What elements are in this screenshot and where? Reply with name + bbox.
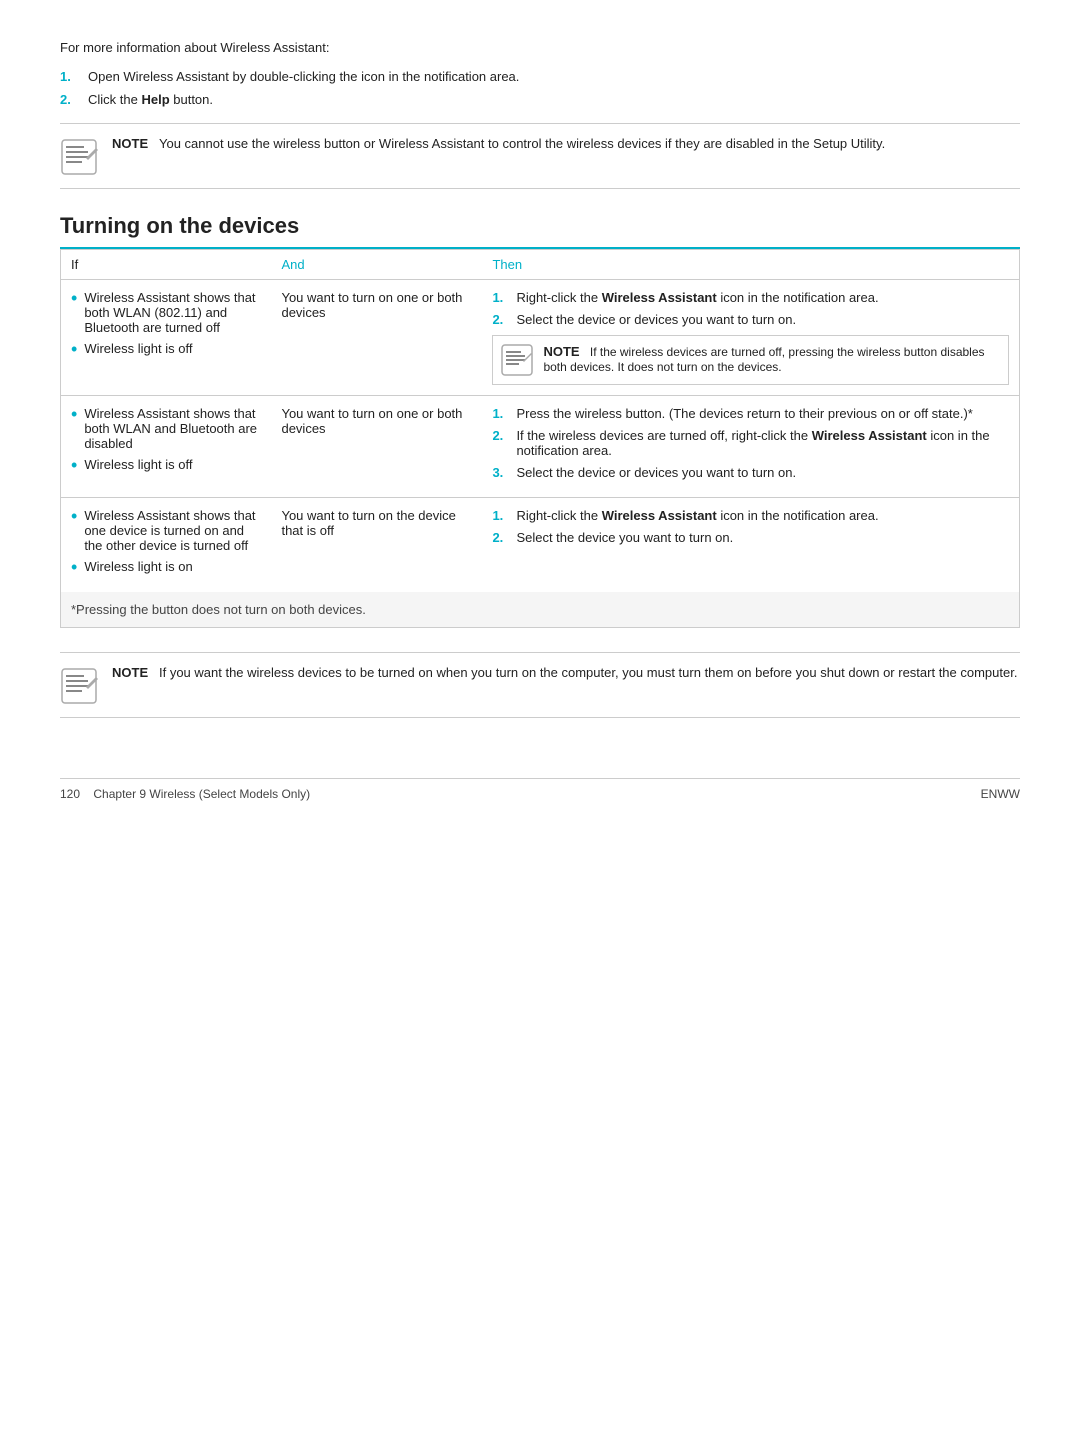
footer-page-chapter: 120 Chapter 9 Wireless (Select Models On… <box>60 787 310 801</box>
note-icon-bottom <box>60 667 98 705</box>
bottom-note-label: NOTE <box>112 665 148 680</box>
footer-bar: 120 Chapter 9 Wireless (Select Models On… <box>60 778 1020 801</box>
inner-note-label-1: NOTE <box>543 344 579 359</box>
bullet-dot: • <box>71 558 77 576</box>
row2-if-bullet-2: • Wireless light is off <box>71 457 261 474</box>
section-title: Turning on the devices <box>60 213 1020 249</box>
col-then-header: Then <box>482 250 1019 280</box>
table-footnote: *Pressing the button does not turn on bo… <box>61 592 1020 628</box>
row3-if-bullet-2: • Wireless light is on <box>71 559 261 576</box>
row1-if-bullet-2: • Wireless light is off <box>71 341 261 358</box>
step-text-2: Click the Help button. <box>88 92 213 107</box>
row1-then-1: 1. Right-click the Wireless Assistant ic… <box>492 290 1009 305</box>
inner-note-content-1: NOTE If the wireless devices are turned … <box>543 344 1000 374</box>
bottom-note-content: NOTE If you want the wireless devices to… <box>112 665 1017 680</box>
row3-and: You want to turn on the device that is o… <box>271 498 482 593</box>
top-note-box: NOTE You cannot use the wireless button … <box>60 123 1020 189</box>
intro-step-2: 2. Click the Help button. <box>60 92 1020 107</box>
bullet-dot: • <box>71 405 77 423</box>
bottom-note-box: NOTE If you want the wireless devices to… <box>60 652 1020 718</box>
step-num-1: 1. <box>60 69 88 84</box>
row2-and: You want to turn on one or both devices <box>271 396 482 498</box>
intro-step-1: 1. Open Wireless Assistant by double-cli… <box>60 69 1020 84</box>
row2-if-bullet-1: • Wireless Assistant shows that both WLA… <box>71 406 261 451</box>
row3-if-bullet-1: • Wireless Assistant shows that one devi… <box>71 508 261 553</box>
row1-if: • Wireless Assistant shows that both WLA… <box>61 280 272 396</box>
bullet-dot: • <box>71 456 77 474</box>
intro-steps: 1. Open Wireless Assistant by double-cli… <box>60 69 1020 107</box>
step-num-2: 2. <box>60 92 88 107</box>
row2-if: • Wireless Assistant shows that both WLA… <box>61 396 272 498</box>
table-footnote-row: *Pressing the button does not turn on bo… <box>61 592 1020 628</box>
row1-and: You want to turn on one or both devices <box>271 280 482 396</box>
row3-then-1: 1. Right-click the Wireless Assistant ic… <box>492 508 1009 523</box>
top-note-label: NOTE <box>112 136 148 151</box>
inner-note-text-1: If the wireless devices are turned off, … <box>543 345 984 374</box>
row1-then: 1. Right-click the Wireless Assistant ic… <box>482 280 1019 396</box>
table-row-2: • Wireless Assistant shows that both WLA… <box>61 396 1020 498</box>
intro-text: For more information about Wireless Assi… <box>60 40 1020 55</box>
row2-then: 1. Press the wireless button. (The devic… <box>482 396 1019 498</box>
top-note-text: You cannot use the wireless button or Wi… <box>152 136 885 151</box>
row2-then-2: 2. If the wireless devices are turned of… <box>492 428 1009 458</box>
col-and-header: And <box>271 250 482 280</box>
inner-note-row1: NOTE If the wireless devices are turned … <box>492 335 1009 385</box>
row1-if-bullet-1: • Wireless Assistant shows that both WLA… <box>71 290 261 335</box>
step-text-1: Open Wireless Assistant by double-clicki… <box>88 69 519 84</box>
bullet-dot: • <box>71 507 77 525</box>
row2-then-3: 3. Select the device or devices you want… <box>492 465 1009 480</box>
row3-then: 1. Right-click the Wireless Assistant ic… <box>482 498 1019 593</box>
bullet-dot: • <box>71 340 77 358</box>
row2-then-1: 1. Press the wireless button. (The devic… <box>492 406 1009 421</box>
top-note-content: NOTE You cannot use the wireless button … <box>112 136 885 151</box>
table-row-3: • Wireless Assistant shows that one devi… <box>61 498 1020 593</box>
note-icon-top <box>60 138 98 176</box>
row1-then-2: 2. Select the device or devices you want… <box>492 312 1009 327</box>
bullet-dot: • <box>71 289 77 307</box>
bottom-note-text: If you want the wireless devices to be t… <box>152 665 1018 680</box>
inner-note-icon-1 <box>501 344 533 376</box>
col-if-header: If <box>61 250 272 280</box>
row3-if: • Wireless Assistant shows that one devi… <box>61 498 272 593</box>
table-row-1: • Wireless Assistant shows that both WLA… <box>61 280 1020 396</box>
footer-right: ENWW <box>981 787 1020 801</box>
main-table: If And Then • Wireless Assistant shows t… <box>60 249 1020 628</box>
row3-then-2: 2. Select the device you want to turn on… <box>492 530 1009 545</box>
table-header-row: If And Then <box>61 250 1020 280</box>
